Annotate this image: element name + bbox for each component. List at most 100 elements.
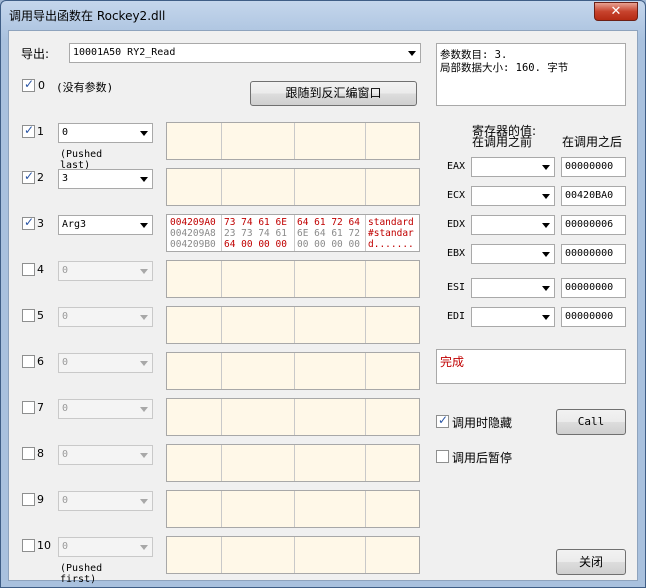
register-after-field[interactable]: 00000000	[561, 278, 626, 298]
chevron-down-icon	[140, 269, 148, 274]
memory-hex-bytes: 6E 64 61 72	[297, 228, 360, 239]
grid-divider	[221, 399, 222, 435]
param-checkbox[interactable]	[22, 493, 35, 506]
param-value-select[interactable]: 0	[58, 123, 153, 143]
chevron-down-icon	[542, 315, 550, 320]
param-note: (Pushed last)	[60, 149, 103, 171]
grid-divider	[221, 215, 222, 251]
chevron-down-icon	[140, 223, 148, 228]
export-function-value: 10001A50 RY2_Read	[73, 47, 176, 58]
grid-divider	[365, 261, 366, 297]
register-before-select[interactable]	[471, 244, 555, 264]
grid-divider	[221, 169, 222, 205]
chevron-down-icon	[542, 223, 550, 228]
param-value-select[interactable]: 0	[58, 261, 153, 281]
export-label: 导出:	[21, 47, 50, 61]
param-checkbox[interactable]: ✓	[22, 215, 35, 230]
follow-disasm-button[interactable]: 跟随到反汇编窗口	[250, 81, 417, 106]
chevron-down-icon	[408, 51, 416, 56]
pause-after-call-label: 调用后暂停	[452, 451, 513, 465]
grid-divider	[294, 353, 295, 389]
grid-divider	[294, 261, 295, 297]
grid-divider	[221, 123, 222, 159]
register-before-select[interactable]	[471, 307, 555, 327]
grid-divider	[365, 215, 366, 251]
param-value-select[interactable]: Arg3	[58, 215, 153, 235]
param-number: 9	[37, 493, 44, 506]
hide-during-call-checkbox[interactable]: ✓	[436, 413, 449, 428]
memory-dump-panel	[166, 536, 420, 574]
param-value-select[interactable]: 0	[58, 445, 153, 465]
param-value: 0	[62, 311, 69, 322]
memory-dump-panel	[166, 306, 420, 344]
param-value: 0	[62, 403, 69, 414]
grid-divider	[221, 537, 222, 573]
param-checkbox[interactable]	[22, 355, 35, 368]
param-checkbox[interactable]	[22, 401, 35, 414]
param-value: 0	[62, 265, 69, 276]
grid-divider	[221, 307, 222, 343]
chevron-down-icon	[140, 131, 148, 136]
title-bar[interactable]: 调用导出函数在 Rockey2.dll ✕	[1, 1, 645, 29]
register-before-select[interactable]	[471, 215, 555, 235]
param-number: 10	[37, 539, 51, 552]
memory-dump-panel	[166, 260, 420, 298]
param-checkbox[interactable]	[22, 309, 35, 322]
register-after-field[interactable]: 00000000	[561, 244, 626, 264]
param-0-checkbox[interactable]: ✓	[22, 77, 35, 92]
param-checkbox[interactable]	[22, 539, 35, 552]
chevron-down-icon	[140, 545, 148, 550]
memory-hex-bytes: 73 74 61 6E	[224, 217, 287, 228]
param-0-label: 0	[38, 79, 45, 92]
dialog-client-area: 导出: 10001A50 RY2_Read 参数数目: 3. 局部数据大小: 1…	[8, 30, 638, 585]
window-close-button[interactable]: ✕	[594, 2, 638, 21]
grid-divider	[294, 491, 295, 527]
register-name: EDX	[447, 219, 466, 230]
grid-divider	[294, 445, 295, 481]
check-icon: ✓	[24, 77, 35, 91]
register-name: ESI	[447, 282, 466, 293]
param-number: 7	[37, 401, 44, 414]
grid-divider	[221, 261, 222, 297]
param-value-select[interactable]: 3	[58, 169, 153, 189]
register-after-field[interactable]: 00000006	[561, 215, 626, 235]
register-before-select[interactable]	[471, 157, 555, 177]
chevron-down-icon	[140, 453, 148, 458]
pause-after-call-checkbox[interactable]	[436, 450, 449, 463]
memory-dump-panel	[166, 352, 420, 390]
grid-divider	[365, 491, 366, 527]
param-number: 2	[37, 171, 44, 184]
status-text: 完成	[440, 355, 465, 369]
register-name: EDI	[447, 311, 466, 322]
register-before-select[interactable]	[471, 278, 555, 298]
param-value-select[interactable]: 0	[58, 537, 153, 557]
register-after-field[interactable]: 00000000	[561, 307, 626, 327]
param-number: 8	[37, 447, 44, 460]
memory-hex-bytes: 64 00 00 00	[224, 239, 287, 250]
register-after-field[interactable]: 00420BA0	[561, 186, 626, 206]
param-value-select[interactable]: 0	[58, 353, 153, 373]
register-name: EAX	[447, 161, 466, 172]
chevron-down-icon	[542, 252, 550, 257]
call-button[interactable]: Call	[556, 409, 626, 435]
param-value-select[interactable]: 0	[58, 399, 153, 419]
param-checkbox[interactable]: ✓	[22, 123, 35, 138]
grid-divider	[294, 169, 295, 205]
register-before-select[interactable]	[471, 186, 555, 206]
memory-dump-panel	[166, 398, 420, 436]
param-value: 3	[62, 173, 69, 184]
param-value-select[interactable]: 0	[58, 491, 153, 511]
local-size-text: 局部数据大小: 160. 字节	[440, 62, 569, 74]
register-after-field[interactable]: 00000000	[561, 157, 626, 177]
memory-ascii: standard	[368, 217, 414, 228]
param-checkbox[interactable]	[22, 263, 35, 276]
export-function-select[interactable]: 10001A50 RY2_Read	[69, 43, 421, 63]
grid-divider	[365, 123, 366, 159]
param-checkbox[interactable]: ✓	[22, 169, 35, 184]
memory-address: 004209B0	[170, 239, 216, 250]
param-checkbox[interactable]	[22, 447, 35, 460]
grid-divider	[365, 353, 366, 389]
param-value-select[interactable]: 0	[58, 307, 153, 327]
close-button[interactable]: 关闭	[556, 549, 626, 575]
chevron-down-icon	[140, 361, 148, 366]
